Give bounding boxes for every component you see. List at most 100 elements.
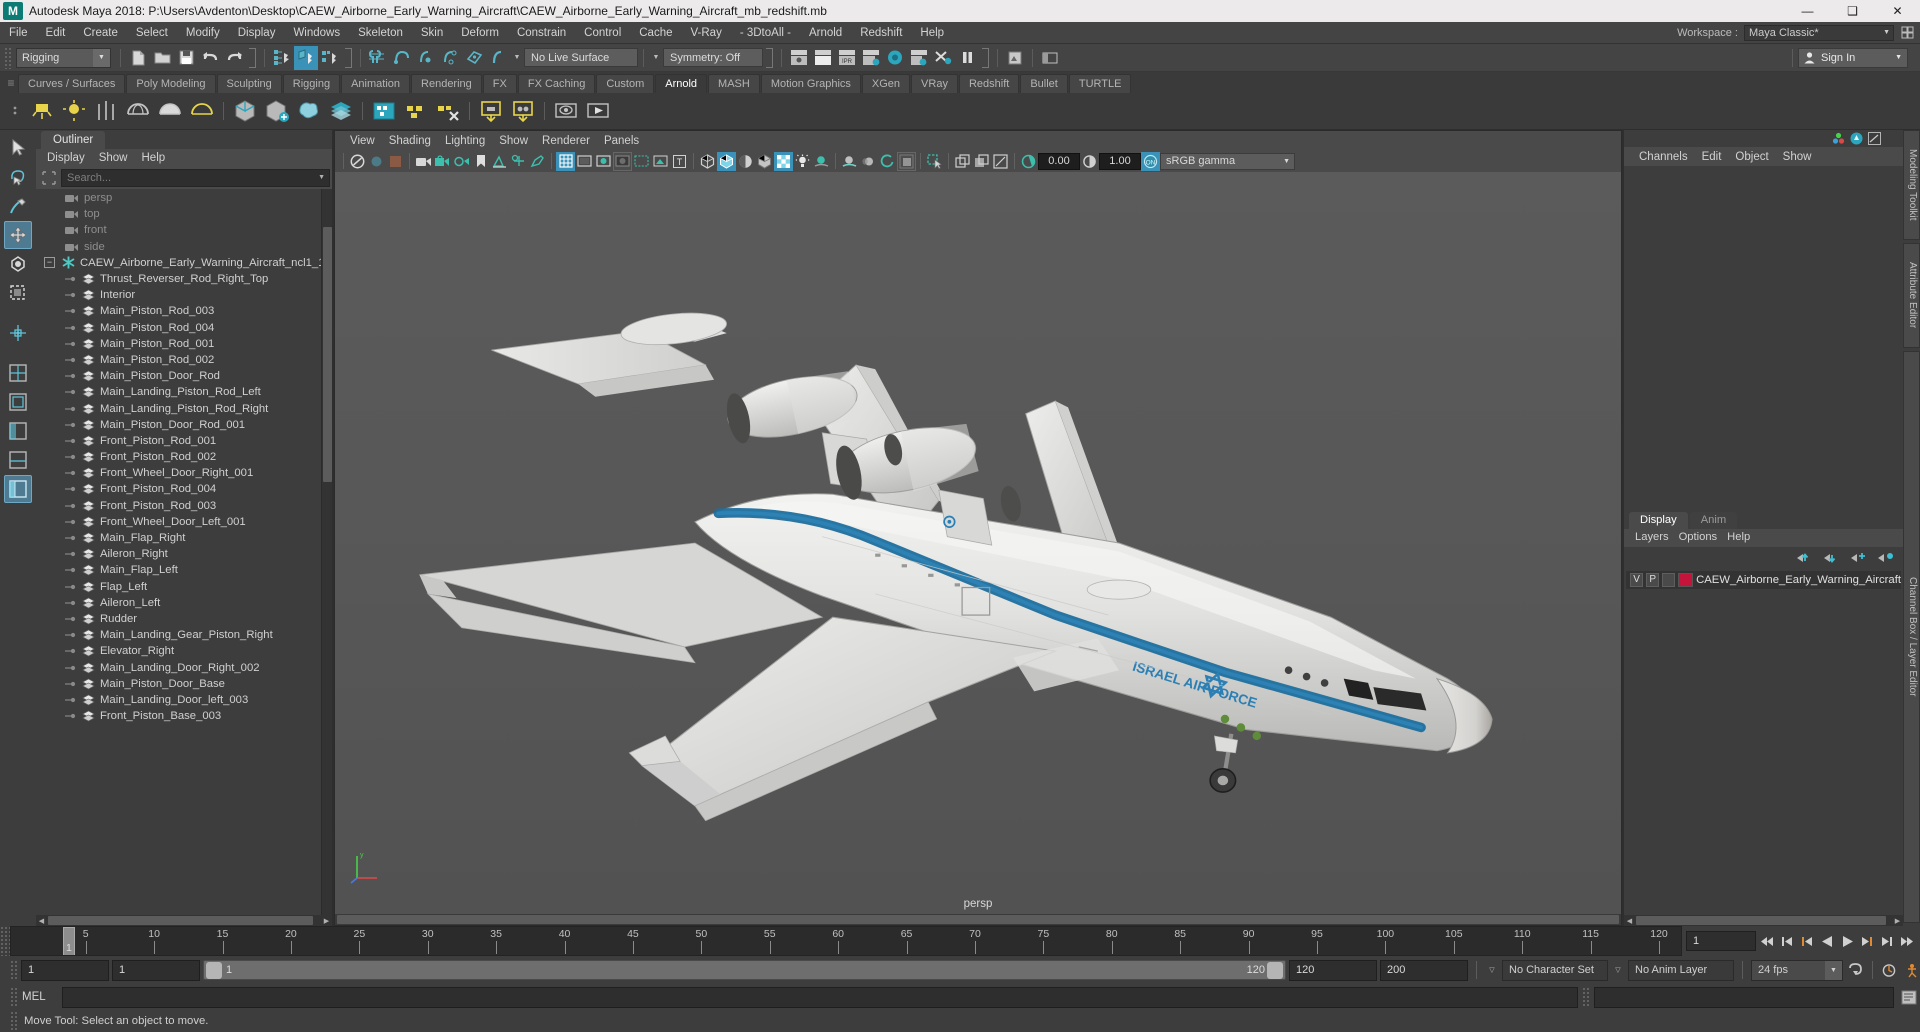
outliner-item[interactable]: Main_Piston_Rod_004 [36,320,321,336]
anim-layer-dropdown-icon[interactable]: ▽ [1611,960,1625,980]
auto-keyframe-toggle-button[interactable] [1846,960,1864,980]
persp-hypershade-layout-button[interactable] [4,475,32,503]
depth-of-field-icon[interactable] [897,151,916,171]
render-settings-button[interactable] [859,46,883,70]
bookmark-view-icon[interactable] [386,152,405,171]
outliner-item[interactable]: Main_Piston_Door_Base [36,676,321,692]
text-overlay-icon[interactable]: T [670,152,689,171]
arnold-skydome-light-button[interactable] [122,95,154,127]
wireframe-on-shaded-icon[interactable] [755,152,774,171]
shelf-tab-sculpting[interactable]: Sculpting [216,74,282,93]
camera-icon[interactable] [414,152,433,171]
snap-to-grid-button[interactable] [366,46,390,70]
universal-manipulator-button[interactable] [4,319,32,347]
maximize-button[interactable]: ❑ [1830,0,1875,22]
outliner-item[interactable]: Main_Landing_Piston_Rod_Right [36,400,321,416]
layer-menu-layers[interactable]: Layers [1630,529,1674,546]
sidetab-attribute-editor[interactable]: Attribute Editor [1903,243,1920,348]
scrollbar-thumb[interactable] [337,915,1619,924]
commandline-drag-handle[interactable] [10,987,18,1007]
move-layer-up-icon[interactable] [1797,552,1814,564]
scroll-left-icon[interactable]: ◀ [36,915,47,926]
shelf-tab-curves-surfaces[interactable]: Curves / Surfaces [18,74,126,93]
layer-visibility-toggle[interactable]: V [1630,572,1644,587]
layer-type-toggle[interactable] [1662,572,1676,587]
shelf-tab-xgen[interactable]: XGen [861,74,911,93]
viewport-horizontal-scrollbar[interactable] [335,914,1621,925]
render-setup-button[interactable] [907,46,931,70]
color-management-toggle-icon[interactable]: ON [1141,151,1160,171]
playback-end-field[interactable]: 120 [1289,959,1377,981]
symmetry-dropdown-icon[interactable]: ▼ [649,48,663,68]
outliner-item[interactable]: Front_Piston_Rod_002 [36,449,321,465]
character-animation-prefs-button[interactable] [1902,960,1920,980]
helpline-drag-handle[interactable] [10,1011,18,1031]
camera-settings-icon[interactable] [452,152,471,171]
outliner-item[interactable]: Thrust_Reverser_Rod_Right_Top [36,271,321,287]
grease-pencil-icon[interactable] [528,152,547,171]
arnold-area-light-button[interactable] [26,95,58,127]
viewport-menu-view[interactable]: View [343,132,382,150]
outliner-item[interactable]: Rudder [36,611,321,627]
play-backwards-button[interactable] [1818,931,1836,951]
menu-constrain[interactable]: Constrain [508,22,575,44]
range-right-handle[interactable] [1267,962,1283,979]
gamma-value-field[interactable]: 1.00 [1099,152,1141,170]
command-response-field[interactable] [1594,986,1894,1008]
arnold-export-ass-button[interactable] [507,95,539,127]
light-editor-button[interactable] [931,46,955,70]
open-scene-button[interactable] [150,46,174,70]
snap-to-projected-center-button[interactable] [438,46,462,70]
arnold-mesh-light-button[interactable] [154,95,186,127]
lasso-tool-button[interactable] [4,163,32,191]
channelbox-menu-edit[interactable]: Edit [1695,148,1729,166]
channelbox-menu-channels[interactable]: Channels [1632,148,1695,166]
playback-speed-selector[interactable]: 24 fps ▼ [1751,959,1843,981]
gate-mask-icon[interactable] [471,152,490,171]
step-forward-keyframe-button[interactable] [1878,931,1896,951]
shelf-tab-arnold[interactable]: Arnold [655,74,708,93]
outliner-item[interactable]: Flap_Left [36,579,321,595]
outliner-item[interactable]: Main_Piston_Rod_002 [36,352,321,368]
outliner-item[interactable]: Main_Landing_Door_left_003 [36,692,321,708]
single-view-layout-button[interactable] [4,359,32,387]
layer-menu-options[interactable]: Options [1674,529,1723,546]
new-scene-button[interactable] [126,46,150,70]
arnold-directional-light-button[interactable] [90,95,122,127]
menu-help[interactable]: Help [911,22,953,44]
attribute-editor-icon[interactable] [1850,132,1863,145]
arnold-open-render-view-button[interactable] [368,95,400,127]
scroll-right-icon[interactable]: ▶ [1892,915,1903,926]
outliner-item[interactable]: Front_Piston_Rod_004 [36,481,321,497]
outliner-item-persp[interactable]: persp [36,190,321,206]
move-layer-down-icon[interactable] [1824,552,1841,564]
anim-layer-field[interactable]: No Anim Layer [1628,959,1734,981]
menu-modify[interactable]: Modify [177,22,229,44]
display-layer-list[interactable]: V P CAEW_Airborne_Early_Warning_Aircraft [1624,568,1903,915]
snap-to-view-plane-button[interactable] [462,46,486,70]
scrollbar-thumb[interactable] [323,227,332,482]
viewport-menu-shading[interactable]: Shading [382,132,438,150]
play-forwards-button[interactable] [1838,931,1856,951]
gamma-icon[interactable] [1080,152,1099,171]
ambient-occlusion-icon[interactable] [840,152,859,171]
layer-playback-toggle[interactable]: P [1646,572,1660,587]
timeslider-drag-handle[interactable] [0,926,10,956]
render-view-button[interactable] [787,46,811,70]
layer-menu-help[interactable]: Help [1722,529,1755,546]
hypershade-button[interactable] [883,46,907,70]
shelf-tab-rendering[interactable]: Rendering [411,74,482,93]
tab-display-layers[interactable]: Display [1629,511,1688,529]
outliner-item[interactable]: Front_Piston_Rod_001 [36,433,321,449]
menu-redshift[interactable]: Redshift [851,22,911,44]
outliner-item[interactable]: Aileron_Left [36,595,321,611]
undo-button[interactable] [198,46,222,70]
shelf-tab-vray[interactable]: VRay [911,74,958,93]
filter-icon[interactable] [39,169,58,187]
shelf-tab-rigging[interactable]: Rigging [282,74,341,93]
open-render-view-button[interactable] [1003,46,1027,70]
live-surface-field[interactable]: No Live Surface [524,48,638,67]
symmetry-field[interactable]: Symmetry: Off [663,48,763,67]
rotate-tool-button[interactable] [4,250,32,278]
exposure-icon[interactable] [1019,152,1038,171]
